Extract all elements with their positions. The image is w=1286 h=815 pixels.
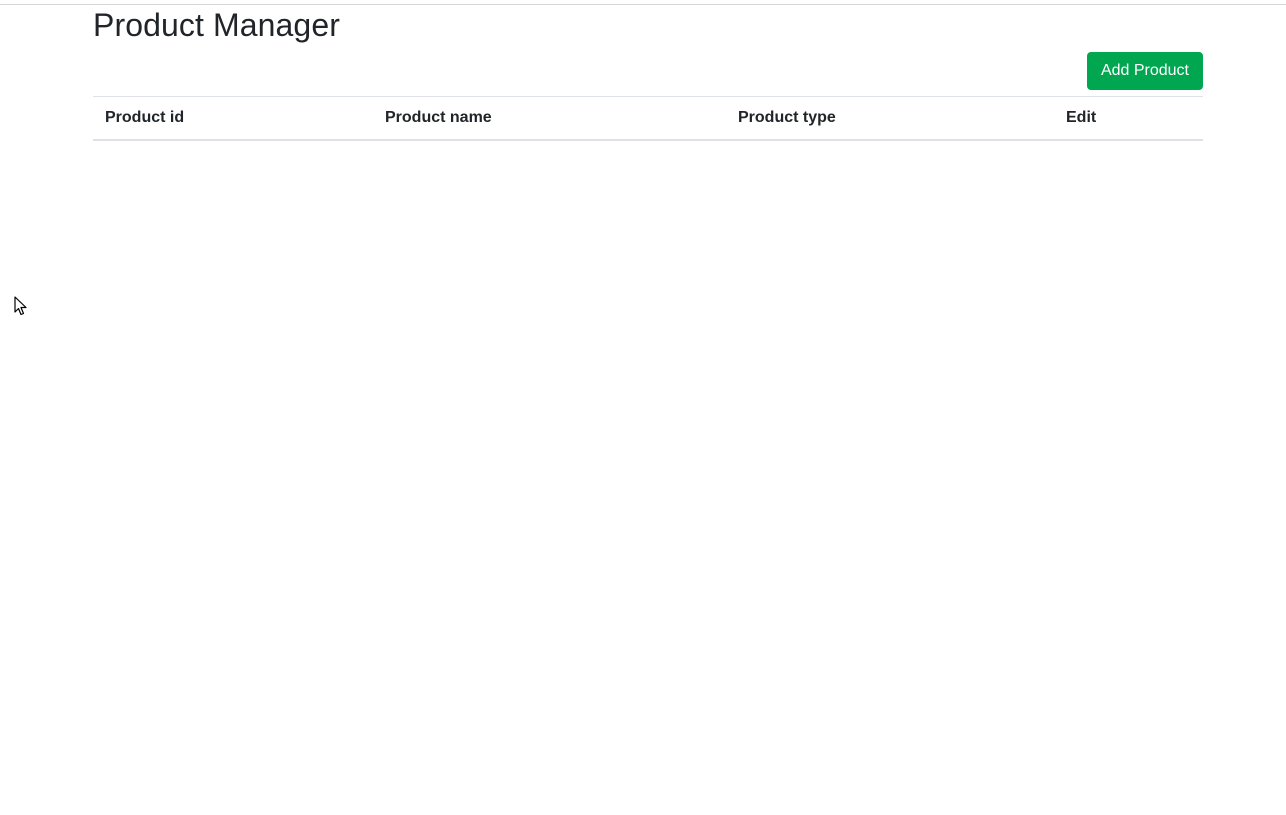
column-header-product-id: Product id <box>93 96 373 141</box>
add-product-button[interactable]: Add Product <box>1086 52 1203 90</box>
products-table-header: Product id Product name Product type Edi… <box>93 96 1203 141</box>
header-row: Product id Product name Product type Edi… <box>93 96 1203 141</box>
column-header-product-type: Product type <box>726 96 1054 141</box>
column-header-product-name: Product name <box>373 96 726 141</box>
page-title: Product Manager <box>93 7 340 43</box>
browser-top-border <box>0 0 1286 5</box>
products-table: Product id Product name Product type Edi… <box>93 96 1203 141</box>
mouse-pointer-icon <box>14 296 27 316</box>
product-manager-container: Product Manager Add Product Product id P… <box>93 6 1203 141</box>
column-header-edit: Edit <box>1054 96 1203 141</box>
toolbar: Add Product <box>93 52 1203 96</box>
